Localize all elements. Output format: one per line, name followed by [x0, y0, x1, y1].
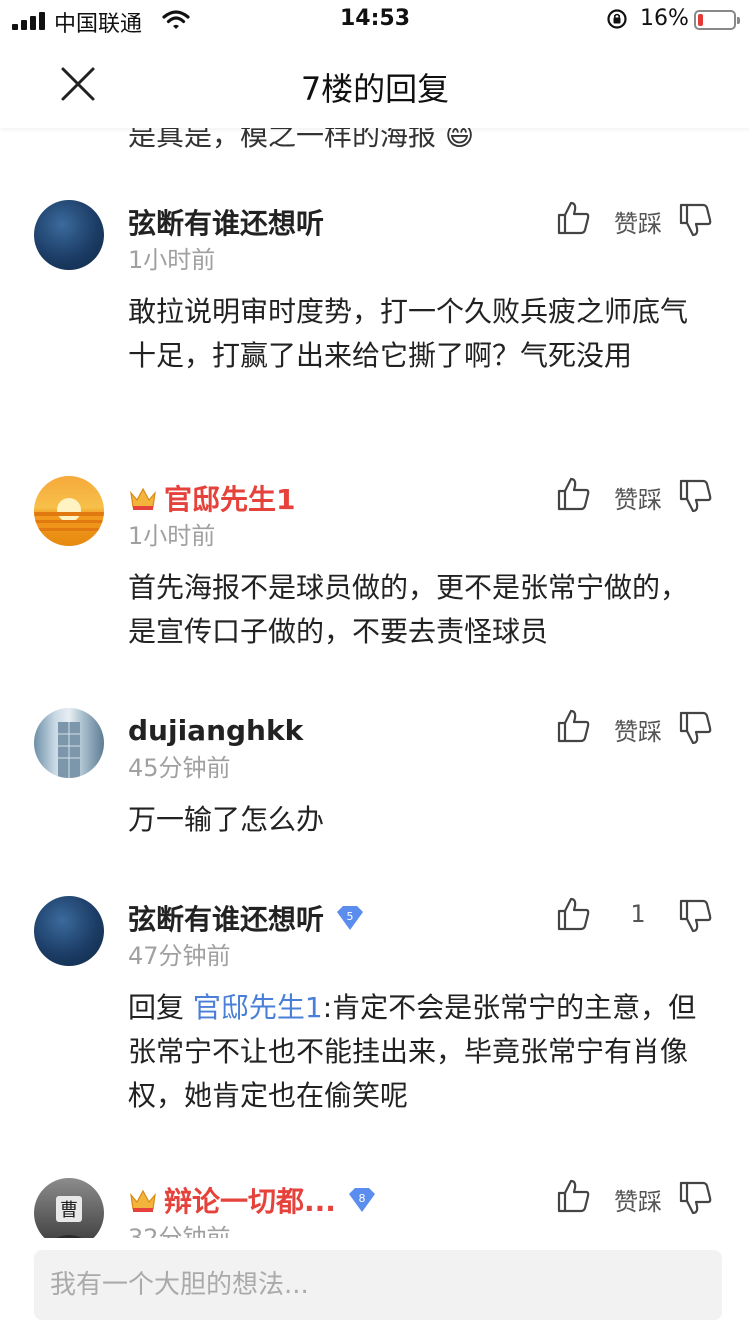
comment-list[interactable]: 是真是，模之一样的海报 😄 弦断有谁还想听 1小时前 赞踩 敢拉说明审时度势，打…	[0, 128, 750, 1238]
comment-username[interactable]: 弦断有谁还想听	[128, 202, 324, 242]
svg-text:8: 8	[358, 1192, 365, 1205]
level-badge-icon: 8	[348, 1188, 375, 1212]
comment-text: 万一输了怎么办	[128, 803, 325, 836]
vote-label: 赞踩	[614, 1188, 662, 1216]
avatar[interactable]	[34, 708, 104, 778]
reply-prefix: 回复	[128, 991, 193, 1024]
status-time: 14:53	[339, 6, 411, 31]
vote-controls: 赞踩	[556, 708, 716, 748]
avatar[interactable]	[34, 896, 104, 966]
thumb-up-icon[interactable]	[556, 896, 592, 932]
battery-level-fill	[698, 14, 703, 26]
thumb-up-icon[interactable]	[556, 200, 592, 236]
thumb-down-icon[interactable]	[678, 898, 714, 934]
comment-text: 敢拉说明审时度势，打一个久败兵疲之师底气十足，打赢了出来给它撕了啊？气死没用	[128, 295, 689, 372]
reply-input[interactable]	[34, 1250, 722, 1320]
crown-icon	[130, 1189, 156, 1212]
comment-time: 1小时前	[128, 522, 216, 550]
comment-time: 32分钟前	[128, 1224, 231, 1238]
thumb-down-icon[interactable]	[678, 710, 714, 746]
rotation-lock-icon	[607, 9, 627, 29]
level-badge-icon: 5	[337, 906, 364, 930]
comment-author-row: dujianghkk	[128, 710, 303, 750]
comment-text: 回复 官邸先生1:肯定不会是张常宁的主意，但张常宁不让也不能挂出来，毕竟张常宁有…	[128, 986, 698, 1118]
comment-text: 首先海报不是球员做的，更不是张常宁做的，是宣传口子做的，不要去责怪球员	[128, 571, 689, 648]
svg-text:曹: 曹	[60, 1200, 78, 1221]
avatar[interactable]	[34, 200, 104, 270]
vote-label: 赞踩	[614, 210, 662, 238]
comment-username[interactable]: 官邸先生1	[164, 478, 295, 518]
reply-bar	[0, 1238, 750, 1334]
comment-username[interactable]: 弦断有谁还想听	[128, 898, 324, 938]
vote-label: 赞踩	[614, 486, 662, 514]
thumb-down-icon[interactable]	[678, 202, 714, 238]
vote-controls: 1	[556, 896, 716, 936]
thumb-up-icon[interactable]	[556, 708, 592, 744]
vote-count: 1	[630, 900, 646, 928]
status-bar: 中国联通 14:53 16%	[0, 0, 750, 40]
vote-controls: 赞踩	[556, 476, 716, 516]
vote-controls: 赞踩	[556, 1178, 716, 1218]
comment-time: 45分钟前	[128, 754, 231, 782]
sunset-image	[34, 498, 104, 531]
thumb-down-icon[interactable]	[678, 478, 714, 514]
comment-time: 47分钟前	[128, 942, 231, 970]
comment-time: 1小时前	[128, 246, 216, 274]
comment-author-row: 弦断有谁还想听 5	[128, 898, 366, 938]
comment-author-row: 辩论一切都... 8	[128, 1180, 378, 1220]
battery-icon	[694, 10, 740, 30]
person-image: 曹	[56, 1196, 82, 1238]
previous-comment-text: 是真是，模之一样的海报 😄	[128, 128, 475, 152]
comment-username[interactable]: dujianghkk	[128, 714, 303, 747]
battery-percent: 16%	[640, 6, 689, 31]
crown-icon	[130, 487, 156, 510]
thumb-down-icon[interactable]	[678, 1180, 714, 1216]
vote-label: 赞踩	[614, 718, 662, 746]
avatar[interactable]	[34, 476, 104, 546]
reply-target-link[interactable]: 官邸先生1	[193, 991, 323, 1024]
page-header: 7楼的回复	[0, 40, 750, 128]
svg-text:5: 5	[347, 910, 354, 923]
building-image	[58, 722, 80, 778]
thumb-up-icon[interactable]	[556, 1178, 592, 1214]
avatar[interactable]: 曹	[34, 1178, 104, 1238]
comment-author-row: 官邸先生1	[128, 478, 295, 518]
vote-controls: 赞踩	[556, 200, 716, 240]
comment-author-row: 弦断有谁还想听	[128, 202, 324, 242]
thumb-up-icon[interactable]	[556, 476, 592, 512]
page-title: 7楼的回复	[300, 70, 450, 108]
comment-username[interactable]: 辩论一切都...	[164, 1180, 336, 1220]
